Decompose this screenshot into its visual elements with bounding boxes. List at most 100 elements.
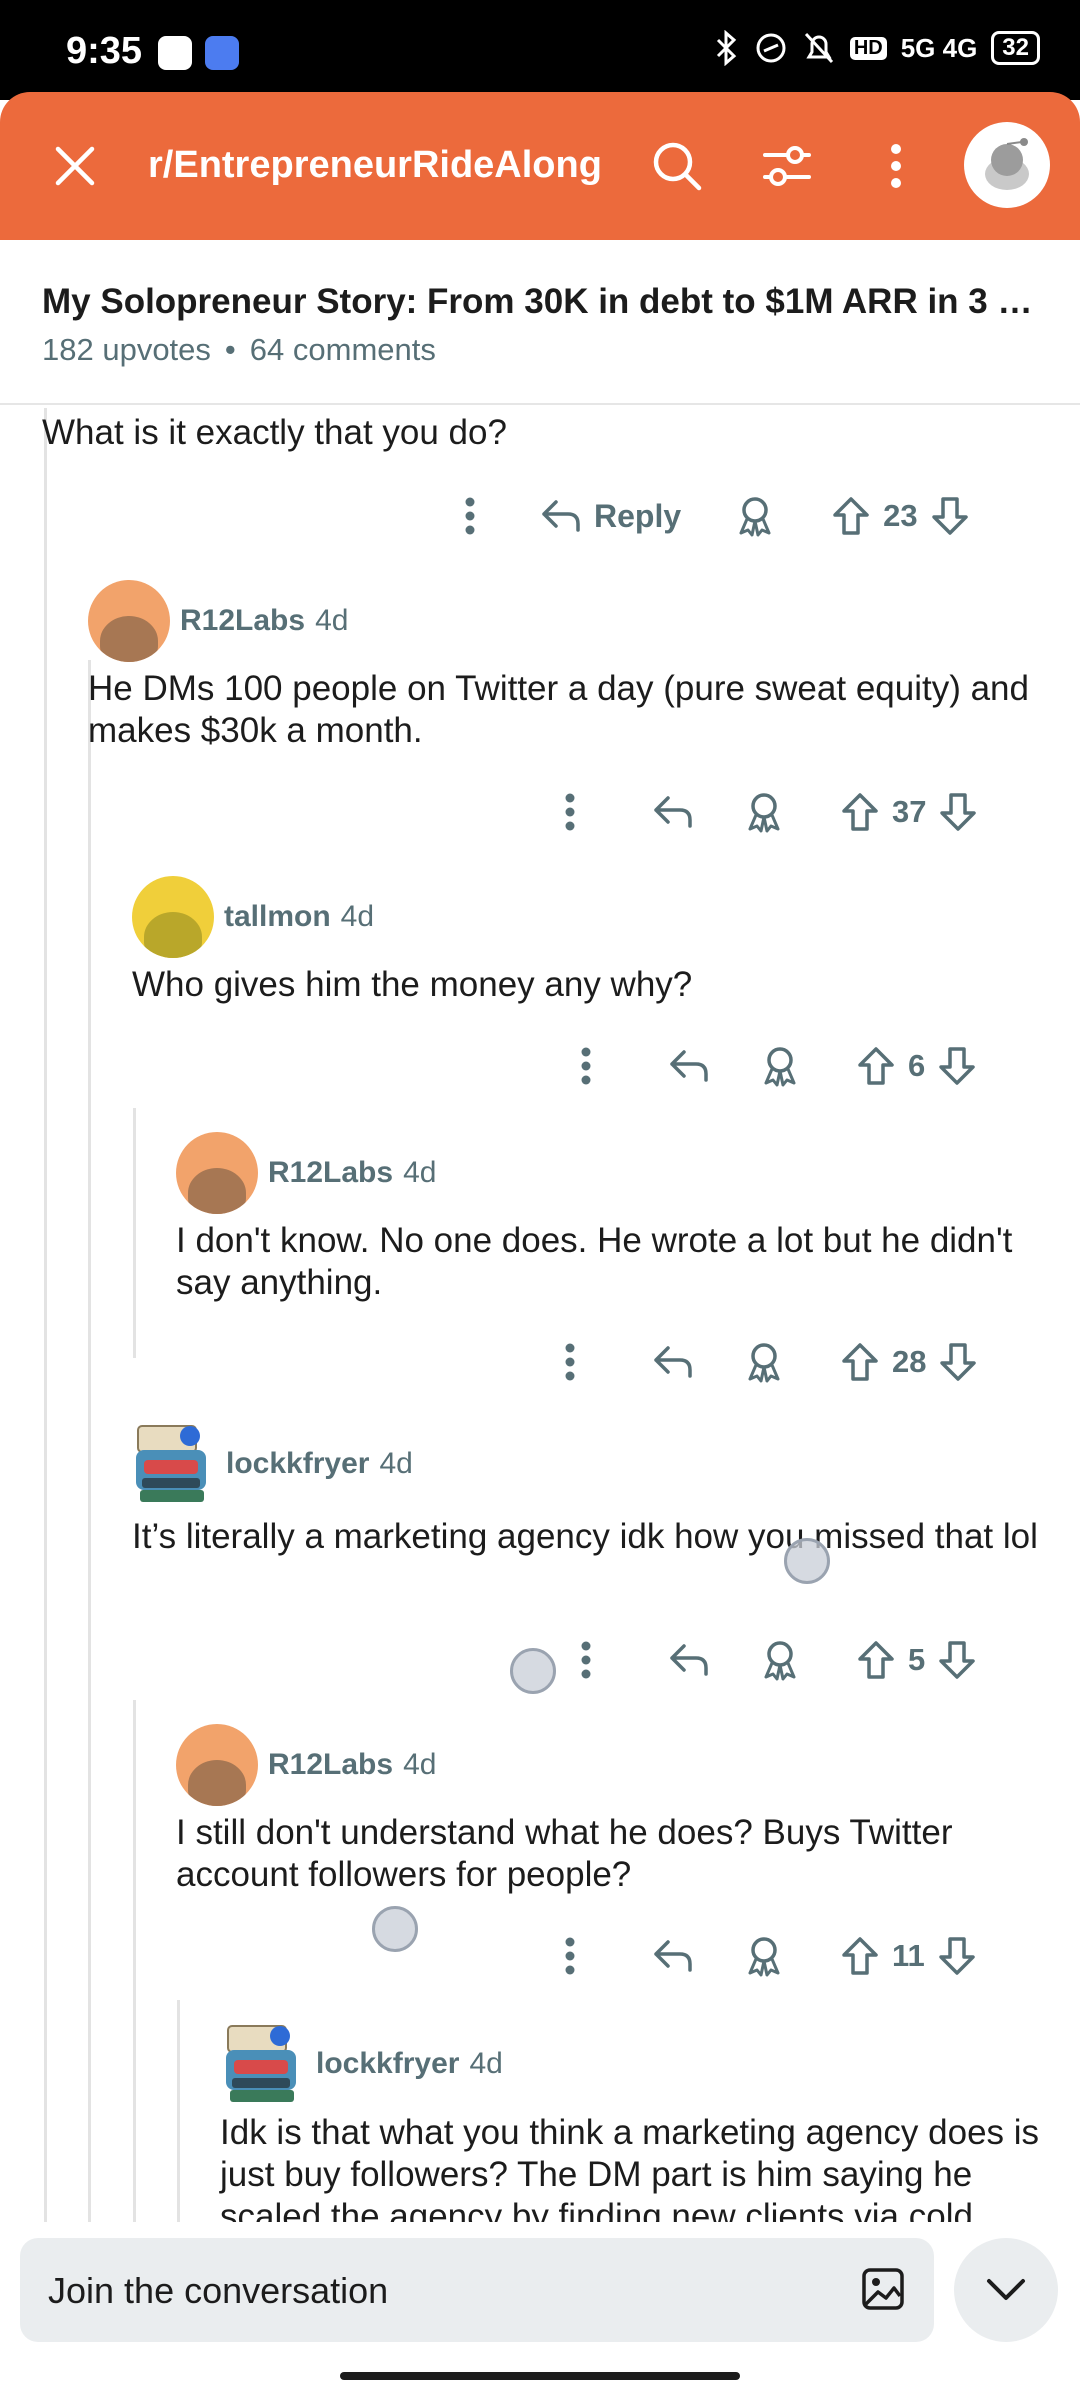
comment-username[interactable]: R12Labs [180,604,305,638]
bluetooth-icon [716,30,737,66]
vote-count: 5 [908,1642,926,1677]
user-avatar[interactable] [218,2020,306,2108]
award-icon [748,793,780,833]
comment-header[interactable]: lockkfryer 4d [218,2020,503,2108]
search-button[interactable] [640,92,714,240]
vote-count: 11 [892,1938,925,1973]
comment-more-button[interactable] [540,792,600,832]
downvote-button[interactable] [930,495,970,537]
comment-timestamp: 4d [469,2047,503,2080]
collapse-button[interactable] [954,2238,1058,2342]
notification-app-icon [158,36,192,70]
thread-line-level-2[interactable] [88,660,91,2222]
reply-button[interactable]: Reply [540,498,681,535]
comment-username[interactable]: R12Labs [268,1748,393,1782]
comment-text: It’s literally a marketing agency idk ho… [132,1517,1038,1556]
downvote-button[interactable] [937,1045,977,1087]
user-avatar[interactable] [176,1132,258,1214]
comment-header[interactable]: tallmon 4d [132,876,374,958]
upvote-button[interactable] [856,1639,896,1681]
award-button[interactable] [744,1935,784,1977]
downvote-button[interactable] [937,1639,977,1681]
user-avatar-button[interactable] [964,122,1050,208]
comment-actions: 11 [540,1926,977,1986]
downvote-button[interactable] [937,1935,977,1977]
downvote-button[interactable] [938,791,978,833]
upvote-button[interactable] [840,1341,880,1383]
user-avatar[interactable] [132,876,214,958]
upvote-arrow-icon [858,1047,894,1085]
downvote-button[interactable] [938,1341,978,1383]
home-indicator[interactable] [340,2372,740,2380]
reply-button[interactable] [652,794,694,830]
more-options-button[interactable] [866,92,926,240]
upvote-arrow-icon [842,1937,878,1975]
typewriter-avatar-icon [136,1425,206,1502]
comment-text: Idk is that what you think a marketing a… [220,2113,1040,2222]
meta-separator: • [224,332,236,367]
post-summary[interactable]: My Solopreneur Story: From 30K in debt t… [0,240,1080,405]
reply-icon [670,1644,708,1676]
comment-header[interactable]: R12Labs 4d [88,580,348,662]
downvote-arrow-icon [940,793,977,831]
comment-actions: 5 [556,1630,977,1690]
award-button[interactable] [744,791,784,833]
user-avatar[interactable] [88,580,170,662]
comment-text: Who gives him the money any why? [132,965,693,1004]
vote-count: 28 [892,1344,927,1379]
award-button[interactable] [760,1639,800,1681]
upvote-arrow-icon [858,1641,894,1679]
comment-more-button[interactable] [540,1936,600,1976]
user-avatar[interactable] [128,1420,216,1508]
comment-more-button[interactable] [556,1640,616,1680]
reply-icon [670,1050,708,1082]
chevron-down-icon [987,2279,1025,2300]
notification-link-icon [205,36,239,70]
close-button[interactable] [40,92,110,240]
link-icon [756,33,786,63]
comment-header[interactable]: R12Labs 4d [176,1132,436,1214]
comment-actions: 6 [556,1036,977,1096]
award-icon [764,1047,796,1087]
comment-username[interactable]: tallmon [224,900,331,934]
upvote-button[interactable] [840,1935,880,1977]
comment-header[interactable]: lockkfryer 4d [128,1420,413,1508]
comment-header[interactable]: R12Labs 4d [176,1724,436,1806]
reply-button[interactable] [668,1048,710,1084]
comment-username[interactable]: lockkfryer [316,2047,459,2081]
thread-line-level-3a[interactable] [133,1108,136,1358]
status-bar: 9:35 HD 5G 4G 32 [0,0,1080,100]
upvote-arrow-icon [842,1343,878,1381]
comment-more-button[interactable] [556,1046,616,1086]
comment-more-button[interactable] [540,1342,600,1382]
sort-filter-button[interactable] [752,92,822,240]
add-image-button[interactable] [860,2266,906,2317]
award-button[interactable] [735,495,775,537]
comment-more-button[interactable] [440,496,500,536]
downvote-arrow-icon [940,1343,977,1381]
downvote-arrow-icon [939,1641,975,1679]
reply-button[interactable] [652,1344,694,1380]
thread-line-level-1[interactable] [44,408,47,2222]
award-button[interactable] [760,1045,800,1087]
award-button[interactable] [744,1341,784,1383]
subreddit-header: r/EntrepreneurRideAlong [0,92,1080,240]
downvote-arrow-icon [939,1937,975,1975]
comment-text: I don't know. No one does. He wrote a lo… [176,1221,1013,1302]
subreddit-name[interactable]: r/EntrepreneurRideAlong [148,144,602,187]
post-title[interactable]: My Solopreneur Story: From 30K in debt t… [42,282,1042,322]
award-icon [748,1937,780,1977]
comment-text: What is it exactly that you do? [42,413,507,452]
reply-button[interactable] [668,1642,710,1678]
comment-timestamp: 4d [379,1447,413,1480]
upvote-button[interactable] [856,1045,896,1087]
upvote-button[interactable] [831,495,871,537]
reply-button[interactable] [652,1938,694,1974]
user-avatar[interactable] [176,1724,258,1806]
comment-username[interactable]: R12Labs [268,1156,393,1190]
join-conversation-input[interactable]: Join the conversation [20,2238,934,2342]
comment-text: I still don't understand what he does? B… [176,1813,953,1894]
more-vertical-icon [465,497,475,535]
comment-username[interactable]: lockkfryer [226,1447,369,1481]
upvote-button[interactable] [840,791,880,833]
